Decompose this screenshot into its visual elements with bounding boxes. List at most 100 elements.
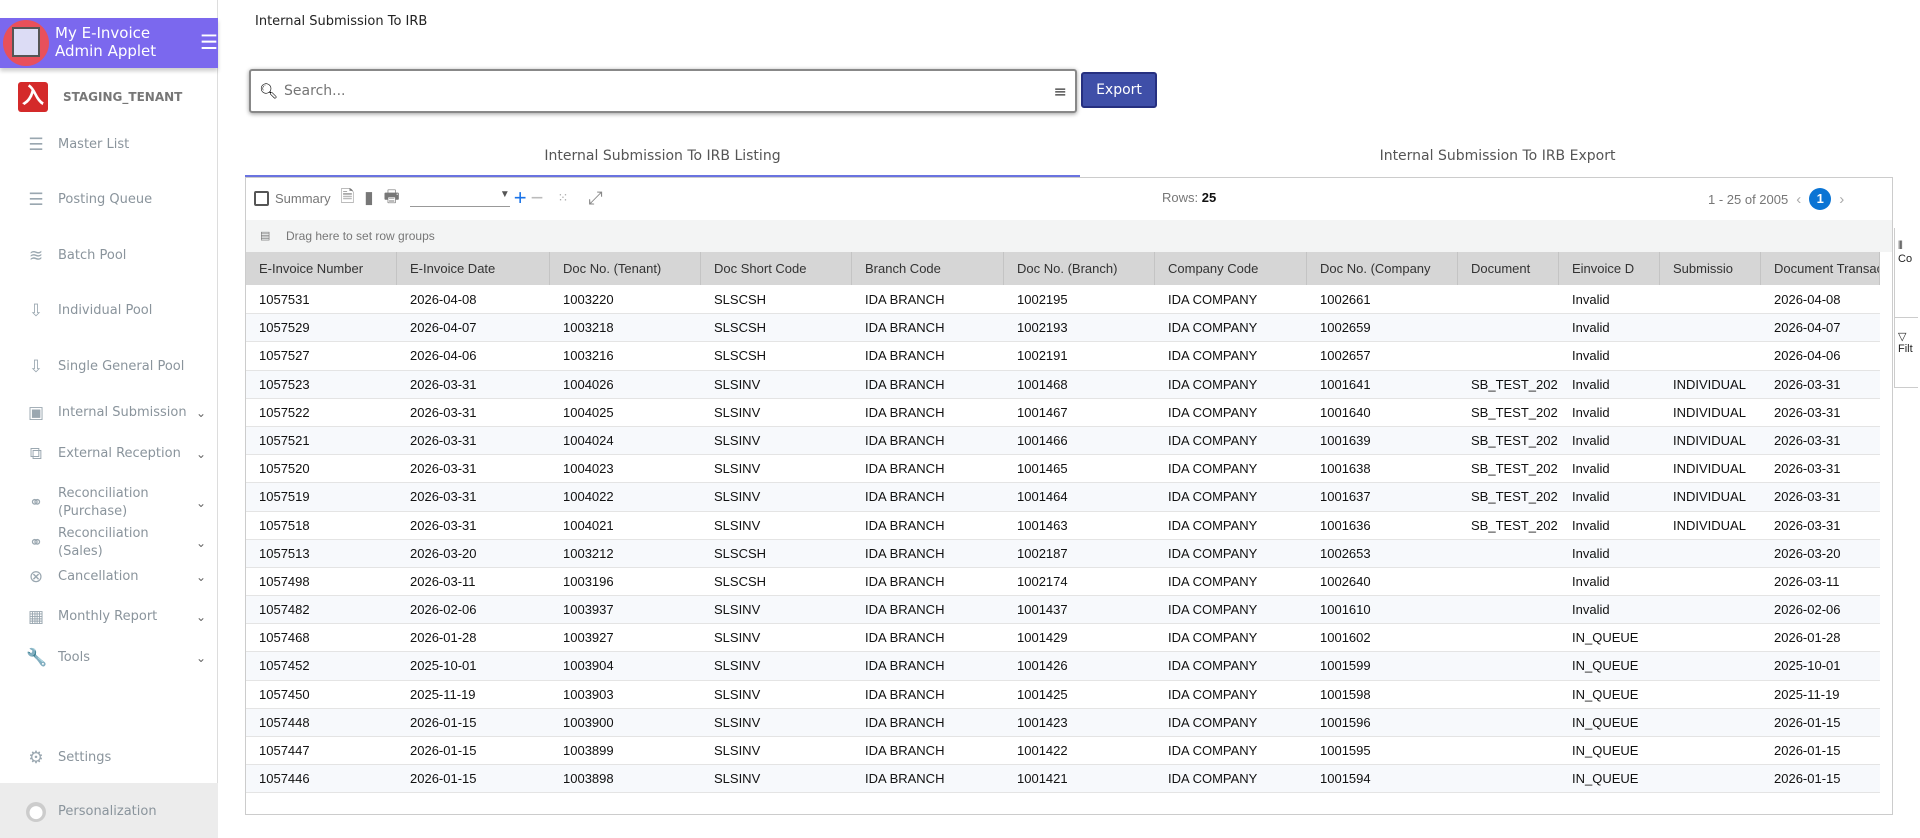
column-header[interactable]: Branch Code <box>852 252 1004 285</box>
grid-icon[interactable]: ⁙ <box>557 190 568 206</box>
sidebar-item-reconciliation-purchase[interactable]: ⚭ Reconciliation (Purchase) ⌄ <box>26 485 206 521</box>
table-cell: 2025-10-01 <box>1774 658 1841 674</box>
table-cell: IDA COMPANY <box>1168 517 1258 533</box>
search-input[interactable] <box>284 83 1054 99</box>
add-icon[interactable]: + <box>514 185 527 211</box>
column-header[interactable]: E-Invoice Number <box>246 252 397 285</box>
table-row[interactable]: 1057448 2026-01-15 1003900 SLSINV IDA BRANCH… <box>246 708 1880 737</box>
sidebar-item-tools[interactable]: 🔧 Tools ⌄ <box>26 648 206 668</box>
chevron-down-icon[interactable]: ⌄ <box>196 570 206 584</box>
row-group-panel[interactable]: ▤ Drag here to set row groups <box>246 220 1892 252</box>
chevron-down-icon[interactable]: ⌄ <box>196 610 206 624</box>
page-1-button[interactable]: 1 <box>1809 188 1832 210</box>
table-cell: SLSCSH <box>714 320 767 336</box>
table-cell: IDA COMPANY <box>1168 658 1258 674</box>
expand-icon[interactable]: ⤢ <box>588 188 602 209</box>
table-cell: 1002640 <box>1320 573 1371 589</box>
chevron-down-icon[interactable]: ⌄ <box>196 536 206 550</box>
table-row[interactable]: 1057527 2026-04-06 1003216 SLSCSH IDA BRANCH… <box>246 342 1880 371</box>
table-row[interactable]: 1057447 2026-01-15 1003899 SLSINV IDA BRANCH… <box>246 737 1880 766</box>
column-header[interactable]: Document <box>1458 252 1559 285</box>
chevron-down-icon[interactable]: ⌄ <box>196 651 206 665</box>
column-header[interactable]: Einvoice D <box>1559 252 1660 285</box>
sidebar-item-reconciliation-sales[interactable]: ⚭ Reconciliation (Sales) ⌄ <box>26 525 206 561</box>
table-cell: 2026-03-20 <box>410 545 477 561</box>
layout-select[interactable]: ▼ <box>409 189 510 207</box>
column-header[interactable]: Doc No. (Company <box>1307 252 1458 285</box>
summary-checkbox[interactable] <box>254 190 269 206</box>
table-cell: SLSINV <box>714 714 761 730</box>
table-cell: 2026-01-28 <box>1774 630 1841 646</box>
column-header[interactable]: Doc No. (Branch) <box>1004 252 1155 285</box>
sidebar-item-external-reception[interactable]: ⧉ External Reception ⌄ <box>26 444 206 464</box>
table-row[interactable]: 1057513 2026-03-20 1003212 SLSCSH IDA BRANCH… <box>246 539 1880 568</box>
sidebar-item-batch-pool[interactable]: ≋ Batch Pool <box>26 246 206 266</box>
sidebar-item-settings[interactable]: ⚙ Settings <box>26 748 206 768</box>
table-cell: IDA BRANCH <box>865 320 945 336</box>
sidebar-item-posting-queue[interactable]: ☰ Posting Queue <box>26 190 206 210</box>
app-title-line1: My E-Invoice <box>55 24 151 42</box>
chevron-down-icon[interactable]: ⌄ <box>196 447 206 461</box>
table-cell: 2026-03-31 <box>1774 376 1841 392</box>
table-cell: 1001425 <box>1017 686 1068 702</box>
hamburger-menu-icon[interactable]: ☰ <box>200 30 218 54</box>
column-header[interactable]: Company Code <box>1155 252 1307 285</box>
document-text-icon[interactable]: 🗎 <box>341 184 355 213</box>
column-header[interactable]: E-Invoice Date <box>397 252 550 285</box>
table-cell: 1001437 <box>1017 602 1068 618</box>
tab-export[interactable]: Internal Submission To IRB Export <box>1080 136 1915 177</box>
sidebar-item-personalization[interactable]: ● Personalization <box>26 802 206 822</box>
table-row[interactable]: 1057523 2026-03-31 1004026 SLSINV IDA BRANCH… <box>246 370 1880 399</box>
table-cell: IDA COMPANY <box>1168 743 1258 758</box>
table-row[interactable]: 1057482 2026-02-06 1003937 SLSINV IDA BRANCH… <box>246 596 1880 625</box>
table-row[interactable]: 1057450 2025-11-19 1003903 SLSINV IDA BRANCH… <box>246 681 1880 709</box>
document-icon[interactable]: ▮ <box>364 188 373 208</box>
filter-icon[interactable]: ≡ <box>1054 82 1067 101</box>
table-row[interactable]: 1057520 2026-03-31 1004023 SLSINV IDA BRANCH… <box>246 455 1880 484</box>
column-header[interactable]: Submissio <box>1660 252 1761 285</box>
table-row[interactable]: 1057446 2026-01-15 1003898 SLSINV IDA BRANCH… <box>246 765 1880 794</box>
column-header[interactable]: Document Transacti <box>1761 252 1880 285</box>
table-cell: 1001467 <box>1017 404 1068 420</box>
table-row[interactable]: 1057522 2026-03-31 1004025 SLSINV IDA BRANCH… <box>246 399 1880 427</box>
table-cell: 1001641 <box>1320 376 1371 392</box>
print-icon[interactable]: 🖶 <box>384 184 400 213</box>
sidebar-item-single-general-pool[interactable]: ⇩ Single General Pool <box>26 357 206 377</box>
column-header[interactable]: Doc Short Code <box>701 252 852 285</box>
search-bar[interactable]: 🔍︎ ≡ <box>249 69 1077 113</box>
column-header[interactable]: Doc No. (Tenant) <box>550 252 701 285</box>
sidebar-item-internal-submission[interactable]: ▣ Internal Submission ⌄ <box>26 403 206 423</box>
table-cell: Invalid <box>1572 517 1610 533</box>
table-cell: IDA COMPANY <box>1168 714 1258 730</box>
table-row[interactable]: 1057498 2026-03-11 1003196 SLSCSH IDA BRANCH… <box>246 568 1880 597</box>
sidebar-item-individual-pool[interactable]: ⇩ Individual Pool <box>26 301 206 321</box>
chevron-down-icon[interactable]: ⌄ <box>196 406 206 420</box>
table-row[interactable]: 1057521 2026-03-31 1004024 SLSINV IDA BRANCH… <box>246 426 1880 456</box>
table-row[interactable]: 1057518 2026-03-31 1004021 SLSINV IDA BRANCH… <box>246 512 1880 540</box>
table-row[interactable]: 1057468 2026-01-28 1003927 SLSINV IDA BRANCH… <box>246 624 1880 653</box>
personalization-button[interactable]: ● Personalization <box>0 783 218 838</box>
columns-panel-button[interactable]: ⦀ Co <box>1895 228 1918 318</box>
table-row[interactable]: 1057452 2025-10-01 1003904 SLSINV IDA BRANCH… <box>246 652 1880 681</box>
tenant-selector[interactable]: 入 STAGING_TENANT <box>18 82 182 112</box>
table-cell: 1057518 <box>259 517 310 533</box>
table-cell: IN_QUEUE <box>1572 658 1639 674</box>
prev-page-icon[interactable]: ‹ <box>1796 191 1801 208</box>
table-cell: SLSINV <box>714 489 761 505</box>
table-cell: 1057448 <box>259 714 310 730</box>
tab-listing[interactable]: Internal Submission To IRB Listing <box>245 136 1080 177</box>
remove-icon[interactable]: − <box>531 185 544 211</box>
sidebar-item-master-list[interactable]: ☰ Master List <box>26 135 206 155</box>
filters-panel-button[interactable]: ▽ Filt <box>1895 318 1918 388</box>
table-cell: 2026-03-31 <box>1774 461 1841 477</box>
table-row[interactable]: 1057529 2026-04-07 1003218 SLSCSH IDA BRANCH… <box>246 314 1880 343</box>
sidebar-item-cancellation[interactable]: ⊗ Cancellation ⌄ <box>26 567 206 587</box>
sidebar-item-monthly-report[interactable]: ▦ Monthly Report ⌄ <box>26 607 206 627</box>
table-cell: 1001595 <box>1320 743 1371 758</box>
export-button[interactable]: Export <box>1081 72 1157 108</box>
next-page-icon[interactable]: › <box>1839 191 1844 208</box>
chevron-down-icon[interactable]: ⌄ <box>196 496 206 510</box>
table-cell: IDA COMPANY <box>1168 489 1258 505</box>
table-row[interactable]: 1057519 2026-03-31 1004022 SLSINV IDA BRANCH… <box>246 483 1880 512</box>
table-row[interactable]: 1057531 2026-04-08 1003220 SLSCSH IDA BRANCH… <box>246 286 1880 315</box>
